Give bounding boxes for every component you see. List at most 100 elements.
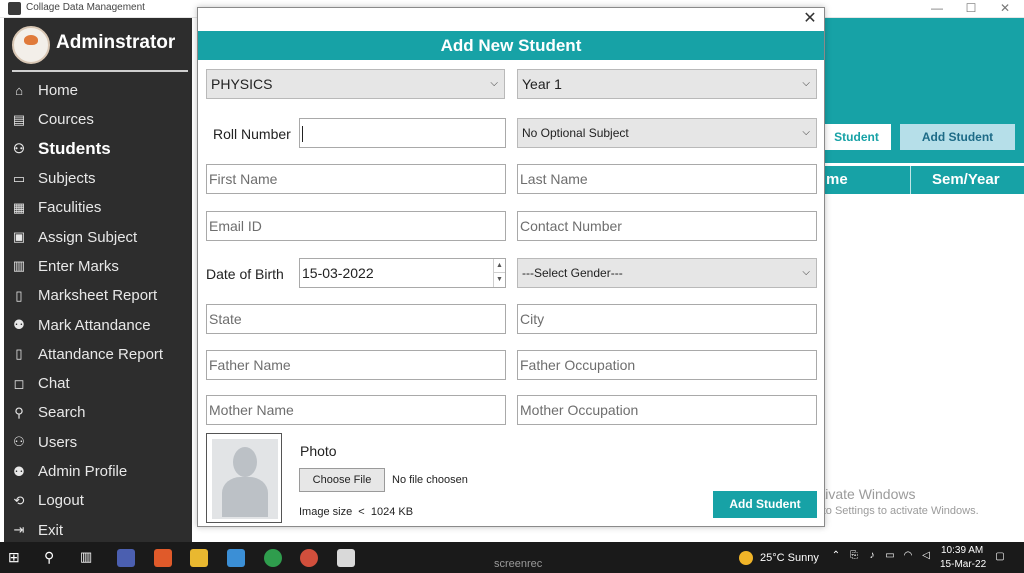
email-field[interactable]: Email ID bbox=[206, 211, 506, 241]
sidebar-item-users[interactable]: ⚇ Users bbox=[4, 428, 192, 457]
notification-icon[interactable]: ▢ bbox=[994, 551, 1006, 563]
clock-time[interactable]: 10:39 AM bbox=[941, 545, 983, 556]
battery-icon[interactable]: ▭ bbox=[884, 550, 896, 562]
date-of-birth-picker[interactable]: 15-03-2022 ▲ ▼ bbox=[299, 258, 506, 288]
avatar-head bbox=[233, 447, 257, 477]
student-button[interactable]: Student bbox=[822, 124, 891, 150]
department-value: PHYSICS bbox=[211, 76, 273, 92]
chrome-profile-icon[interactable] bbox=[300, 549, 318, 567]
app-icon-college-data[interactable] bbox=[337, 549, 355, 567]
watermark-title: Activate Windows bbox=[805, 486, 916, 502]
add-student-button[interactable]: Add Student bbox=[713, 491, 817, 518]
sidebar-item-label: Cources bbox=[38, 111, 94, 129]
weather-text[interactable]: 25°C Sunny bbox=[760, 552, 819, 564]
students-icon: ⚇ bbox=[13, 141, 25, 157]
close-icon[interactable]: ✕ bbox=[801, 10, 819, 28]
close-window-icon[interactable]: ✕ bbox=[988, 0, 1022, 18]
father-name-field[interactable]: Father Name bbox=[206, 350, 506, 380]
sidebar-item-label: Mark Attandance bbox=[38, 316, 151, 334]
optional-subject-value: No Optional Subject bbox=[522, 126, 629, 140]
sidebar-item-mark-attendance[interactable]: ⚉ Mark Attandance bbox=[4, 310, 192, 339]
gender-select[interactable]: ---Select Gender--- ⌵ bbox=[517, 258, 817, 288]
sidebar-item-home[interactable]: ⌂ Home bbox=[4, 76, 192, 105]
volume-icon[interactable]: ◁ bbox=[920, 550, 932, 562]
chevron-up-icon[interactable]: ⌃ bbox=[830, 550, 842, 562]
table-header: me Sem/Year bbox=[822, 166, 1024, 194]
home-icon: ⌂ bbox=[15, 83, 23, 99]
chevron-down-icon: ⌵ bbox=[802, 267, 810, 278]
contact-number-field[interactable]: Contact Number bbox=[517, 211, 817, 241]
mother-name-field[interactable]: Mother Name bbox=[206, 395, 506, 425]
roll-number-input[interactable] bbox=[299, 118, 506, 148]
column-header-name: me bbox=[826, 171, 848, 188]
minimize-icon[interactable]: — bbox=[920, 0, 954, 18]
maximize-icon[interactable]: ☐ bbox=[954, 0, 988, 18]
sidebar-item-marksheet-report[interactable]: ▯ Marksheet Report bbox=[4, 281, 192, 310]
first-name-field[interactable]: First Name bbox=[206, 164, 506, 194]
report-icon: ▯ bbox=[15, 287, 23, 303]
chevron-down-icon: ⌵ bbox=[802, 78, 810, 89]
sidebar-item-subjects[interactable]: ▭ Subjects bbox=[4, 164, 192, 193]
recorder-watermark: screenrec bbox=[494, 558, 543, 570]
profile-icon: ⚉ bbox=[13, 463, 25, 479]
add-student-dialog: ✕ Add New Student PHYSICS ⌵ Year 1 ⌵ Roll … bbox=[197, 7, 825, 527]
brand-title: Adminstrator bbox=[56, 32, 176, 53]
file-status: No file choosen bbox=[392, 474, 468, 486]
sidebar-item-label: Assign Subject bbox=[38, 228, 138, 246]
sidebar-item-label: Home bbox=[38, 82, 79, 100]
app-icon-notes[interactable] bbox=[227, 549, 245, 567]
sidebar-item-attendance-report[interactable]: ▯ Attandance Report bbox=[4, 340, 192, 369]
exit-icon: ⇥ bbox=[13, 522, 25, 538]
sidebar-item-assign-subject[interactable]: ▣ Assign Subject bbox=[4, 222, 192, 251]
clock-date[interactable]: 15-Mar-22 bbox=[940, 559, 986, 570]
weather-icon bbox=[739, 551, 753, 565]
avatar-placeholder-icon bbox=[212, 439, 278, 519]
sidebar-item-chat[interactable]: ◻ Chat bbox=[4, 369, 192, 398]
network-icon[interactable]: ⎘ bbox=[848, 550, 860, 562]
city-field[interactable]: City bbox=[517, 304, 817, 334]
avatar-body bbox=[222, 477, 268, 517]
spin-up-icon[interactable]: ▲ bbox=[494, 259, 505, 273]
department-select[interactable]: PHYSICS ⌵ bbox=[206, 69, 505, 99]
task-view-icon[interactable]: ▥ bbox=[80, 549, 98, 567]
year-select[interactable]: Year 1 ⌵ bbox=[517, 69, 817, 99]
wifi-icon[interactable]: ◠ bbox=[902, 550, 914, 562]
sidebar-item-label: Users bbox=[38, 433, 78, 451]
date-spinner[interactable]: ▲ ▼ bbox=[493, 259, 505, 287]
sidebar-item-label: Faculities bbox=[38, 199, 102, 217]
app-icon-paint[interactable] bbox=[154, 549, 172, 567]
date-of-birth-label: Date of Birth bbox=[206, 266, 284, 282]
sidebar-item-label: Logout bbox=[38, 492, 84, 510]
sidebar-item-admin-profile[interactable]: ⚉ Admin Profile bbox=[4, 457, 192, 486]
photo-label: Photo bbox=[300, 443, 337, 459]
sidebar-item-exit[interactable]: ⇥ Exit bbox=[4, 515, 192, 544]
sidebar-item-faculties[interactable]: ▦ Faculities bbox=[4, 193, 192, 222]
windows-start-icon[interactable]: ⊞ bbox=[8, 549, 26, 567]
marks-icon: ▥ bbox=[12, 258, 26, 274]
last-name-field[interactable]: Last Name bbox=[517, 164, 817, 194]
state-field[interactable]: State bbox=[206, 304, 506, 334]
document-icon: ▯ bbox=[15, 346, 23, 362]
add-student-tab-button[interactable]: Add Student bbox=[900, 124, 1015, 150]
choose-file-button[interactable]: Choose File bbox=[299, 468, 385, 492]
sidebar-item-search[interactable]: ⚲ Search bbox=[4, 398, 192, 427]
sidebar-item-enter-marks[interactable]: ▥ Enter Marks bbox=[4, 252, 192, 281]
sidebar-item-label: Subjects bbox=[38, 170, 96, 188]
sidebar-item-students[interactable]: ⚇ Students bbox=[4, 135, 192, 164]
sidebar-item-logout[interactable]: ⟲ Logout bbox=[4, 486, 192, 515]
column-divider bbox=[910, 166, 911, 194]
spin-down-icon[interactable]: ▼ bbox=[494, 273, 505, 287]
father-occupation-field[interactable]: Father Occupation bbox=[517, 350, 817, 380]
sidebar-item-label: Enter Marks bbox=[38, 257, 119, 275]
mother-occupation-field[interactable]: Mother Occupation bbox=[517, 395, 817, 425]
roll-number-label: Roll Number bbox=[213, 126, 291, 142]
app-icon-visual-studio[interactable] bbox=[117, 549, 135, 567]
sidebar-item-courses[interactable]: ▤ Cources bbox=[4, 105, 192, 134]
sidebar-item-label: Attandance Report bbox=[38, 345, 164, 363]
chrome-icon[interactable] bbox=[264, 549, 282, 567]
microphone-icon[interactable]: ♪ bbox=[866, 550, 878, 562]
text-cursor bbox=[302, 126, 303, 143]
optional-subject-select[interactable]: No Optional Subject ⌵ bbox=[517, 118, 817, 148]
search-icon[interactable]: ⚲ bbox=[44, 549, 62, 567]
file-explorer-icon[interactable] bbox=[190, 549, 208, 567]
